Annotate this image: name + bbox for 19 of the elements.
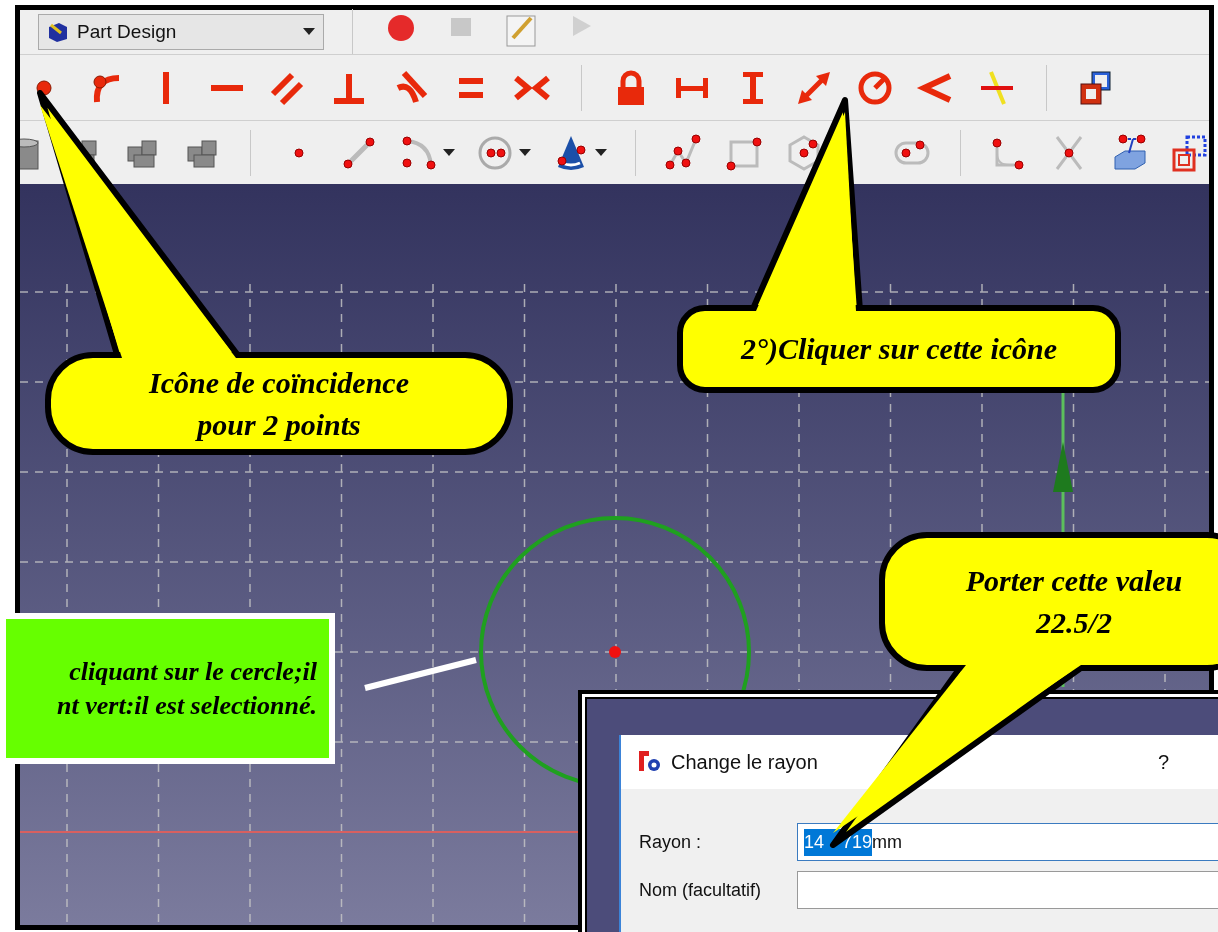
field-label: Rayon : bbox=[639, 830, 703, 854]
polyline-icon[interactable] bbox=[664, 132, 704, 173]
caret-icon[interactable] bbox=[443, 148, 455, 157]
input-field[interactable] bbox=[797, 871, 1218, 909]
field-label: Nom (facultatif) bbox=[639, 878, 763, 902]
unit-text: mm bbox=[872, 830, 903, 854]
callout-text: Porter cette valeu 22.5/2 bbox=[965, 562, 1183, 641]
note-text: cliquant sur le cercle;il nt vert:il est selectionné. bbox=[57, 655, 317, 722]
workbench-dropdown[interactable]: Part Design bbox=[38, 14, 324, 50]
workbench-icon bbox=[47, 21, 69, 43]
field-value: 14 bbox=[804, 830, 825, 854]
callout-text: Icône de coïncidence pour 2 points bbox=[149, 364, 409, 443]
caret-icon[interactable] bbox=[519, 148, 531, 157]
help-button[interactable]: ? bbox=[1157, 747, 1169, 777]
dialog-title: Change le rayon bbox=[671, 750, 818, 775]
callout-text: 2°)Cliquer sur cette icône bbox=[740, 331, 1058, 367]
caret-icon[interactable] bbox=[303, 28, 315, 36]
center-point bbox=[609, 646, 621, 658]
caret-icon[interactable] bbox=[595, 148, 607, 157]
